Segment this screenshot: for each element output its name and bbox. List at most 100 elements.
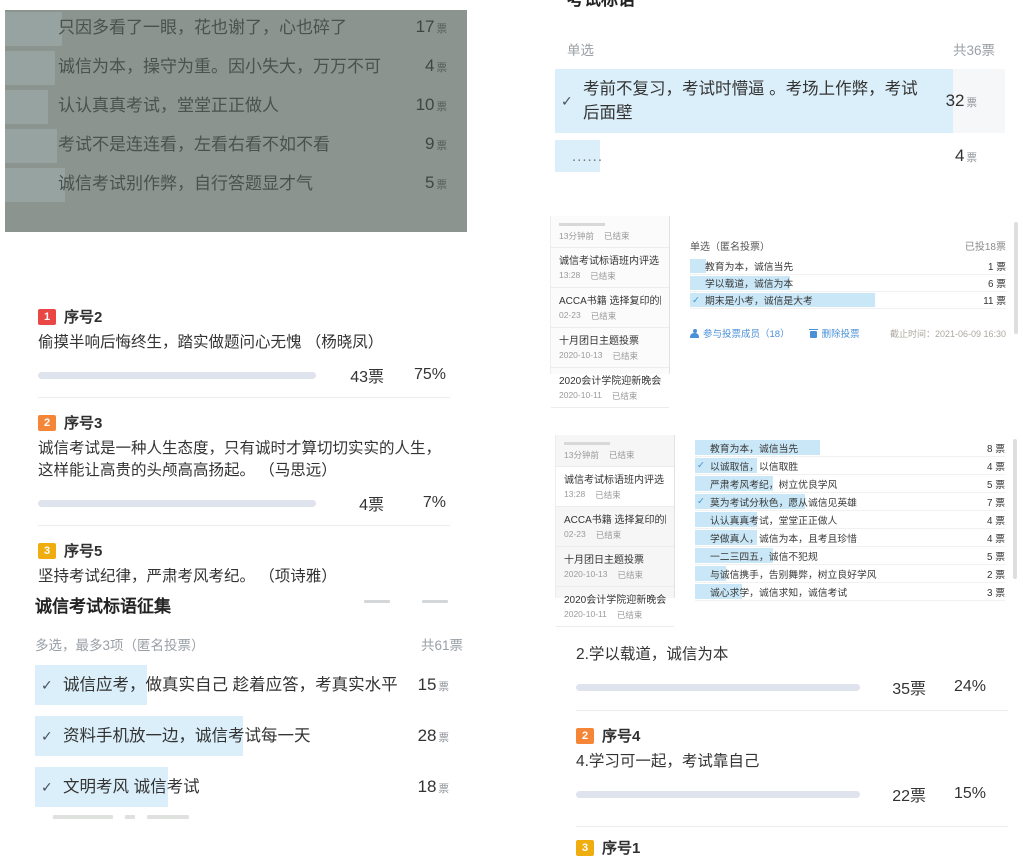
vote-count: 17 票: [416, 17, 447, 37]
item-title: 十月团日主题投票: [559, 336, 639, 347]
poll-option-row[interactable]: ✓ 诚信应考，做真实自己 趁着应答，考真实水平 15 票: [35, 665, 463, 705]
vote-number: 32: [945, 91, 965, 110]
vote-unit: 票: [966, 152, 978, 164]
vote-count: 5票: [425, 173, 447, 193]
poll-option-row[interactable]: ✓ 期末是小考，诚信是大考 11 票: [690, 292, 1006, 309]
vote-percent: 75%: [413, 366, 446, 383]
poll-option-row[interactable]: ✓ 资料手机放一边，诚信考试每一天 28 票: [35, 716, 463, 756]
person-icon: [690, 328, 699, 338]
item-time: 02-23: [559, 310, 581, 320]
vote-count: 3 票: [987, 587, 1005, 599]
poll-option-row[interactable]: 诚信为本，操守为重。因小失大，万万不可 4票: [5, 51, 467, 85]
result-text: 诚信考试是一种人生态度，只有诚时才算切切实实的人生，这样能让高贵的头颅高高扬起。…: [38, 440, 442, 479]
item-time: 2020-10-13: [564, 569, 608, 579]
poll-option-row[interactable]: 考试不是连连看，左看右看不如不看 9票: [5, 129, 467, 163]
sidebar-item[interactable]: 十月团日主题投票 2020-10-13 已结束: [551, 328, 669, 368]
rank-label: 序号4: [602, 728, 641, 745]
poll-option-row[interactable]: 学以载道，诚信为本 6 票: [690, 275, 1006, 292]
vote-count: 4 票: [987, 461, 1005, 473]
sidebar-item[interactable]: 2020会计学院迎新晚会… 2020-10-11 已结束: [556, 587, 674, 627]
poll-option-text: 诚心求学，诚信求知，诚信考试: [710, 587, 848, 599]
vote-count: 5 票: [987, 479, 1005, 491]
poll-option-row[interactable]: 认认真真考试，堂堂正正做人 10 票: [5, 90, 467, 124]
poll-option-text: 学做真人，诚信为本，且考且珍惜: [710, 533, 857, 545]
item-status: 已结束: [616, 610, 643, 620]
exam-slogan-poll-section: 考试标语 单选 共36票 ✓ 考前不复习，考试时懵逼 。考场上作弊，考试后面壁 …: [555, 0, 1005, 172]
item-time: 02-23: [564, 529, 586, 539]
poll-option-row[interactable]: 诚信考试别作弊，自行答题显才气 5票: [5, 168, 467, 202]
poll-option-text: 教育为本，诚信当先: [710, 443, 799, 455]
rank-badge: 2: [38, 414, 56, 431]
vote-highlight-bar: [5, 168, 65, 202]
vote-count: 18 票: [418, 777, 449, 797]
vote-list-sidebar: 13分钟前 已结束 诚信考试标语班内评选 13:28 已结束 ACCA书籍 选择复印…: [550, 216, 670, 408]
vote-unit: 票: [436, 62, 448, 74]
progress-track: [576, 683, 860, 691]
members-link[interactable]: 参与投票成员（18）: [690, 326, 790, 340]
item-title: 2020会计学院迎新晚会…: [564, 595, 666, 606]
poll-option-text: 诚信为本，操守为重。因小失大，万万不可: [58, 57, 381, 76]
cutoff-text-fragment: [564, 442, 610, 445]
vote-unit: 票: [436, 179, 448, 191]
sidebar-item[interactable]: 13分钟前 已结束: [551, 218, 669, 248]
poll-option-text: 期末是小考，诚信是大考: [705, 296, 813, 307]
sidebar-item[interactable]: 2020会计学院迎新晚会… 2020-10-11 已结束: [551, 368, 669, 408]
slogan-collect-section: 诚信考试标语征集 多选，最多3项（匿名投票） 共61票 ✓ 诚信应考，做真实自己…: [35, 586, 463, 819]
deadline-text: 截止时间：2021-06-09 16:30: [889, 328, 1006, 339]
vote-count: 43票: [350, 369, 384, 386]
poll-option-row[interactable]: 教育为本，诚信当先 8 票: [695, 439, 1005, 457]
progress-track: [576, 790, 860, 798]
poll-option-row[interactable]: 严肃考风考纪，树立优良学风 5 票: [695, 475, 1005, 493]
voted-count: 已投18票: [964, 242, 1006, 253]
poll-option-row[interactable]: 与诚信携手，告别舞弊，树立良好学风 2 票: [695, 565, 1005, 583]
item-status: 已结束: [595, 530, 622, 540]
result-text: 偷摸半响后悔终生，踏实做题问心无愧 （杨晓凤）: [38, 334, 384, 351]
check-icon: ✓: [41, 727, 53, 744]
poll-type-label: 多选，最多3项（匿名投票）: [35, 638, 205, 653]
rank-label: 序号2: [64, 309, 103, 326]
ranked-results-section-2: 2.学以载道，诚信为本 35票 24% 2 序号4 4.学习可一起，考试靠自己 …: [576, 628, 1008, 857]
sidebar-item[interactable]: 诚信考试标语班内评选 13:28 已结束: [551, 248, 669, 288]
poll-option-text: 莫为考试分秋色，愿从诚信见英雄: [710, 497, 857, 509]
rank-badge: 3: [576, 839, 594, 856]
poll-option-row[interactable]: ✓ 考前不复习，考试时懵逼 。考场上作弊，考试后面壁 32 票: [555, 69, 1005, 133]
vote-unit: 票: [438, 681, 450, 693]
poll-option-row[interactable]: 诚心求学，诚信求知，诚信考试 3 票: [695, 583, 1005, 601]
poll-option-row[interactable]: ...... 4票: [555, 140, 1005, 172]
item-time: 13:28: [559, 270, 581, 280]
sidebar-item[interactable]: ACCA书籍 选择复印的同… 02-23 已结束: [551, 288, 669, 328]
trash-icon: [808, 328, 818, 338]
result-text: 坚持考试纪律，严肃考风考纪。 （项诗雅）: [38, 568, 337, 585]
sidebar-item[interactable]: 13分钟前 已结束: [556, 437, 674, 467]
poll-option-text: 一二三四五，诚信不犯规: [710, 551, 818, 563]
poll-option-text: 诚信应考，做真实自己 趁着应答，考真实水平: [63, 676, 398, 694]
item-time: 13:28: [564, 489, 586, 499]
total-votes: 共36票: [952, 43, 995, 58]
vote-number: 17: [415, 17, 435, 36]
poll-option-row[interactable]: 学做真人，诚信为本，且考且珍惜 4 票: [695, 529, 1005, 547]
vote-highlight-bar: [5, 12, 62, 46]
delete-vote-link[interactable]: 删除投票: [808, 326, 860, 340]
vote-unit: 票: [436, 140, 448, 152]
poll-option-row[interactable]: 认认真真考试，堂堂正正做人 4 票: [695, 511, 1005, 529]
poll-option-row[interactable]: 只因多看了一眼，花也谢了，心也碎了 17 票: [5, 12, 467, 46]
scrollbar[interactable]: [1013, 439, 1017, 579]
poll-option-text: 只因多看了一眼，花也谢了，心也碎了: [58, 18, 347, 37]
vote-number: 5: [425, 173, 435, 192]
poll-option-row[interactable]: 教育为本，诚信当先 1 票: [690, 258, 1006, 275]
poll-option-row[interactable]: ✓ 莫为考试分秋色，愿从诚信见英雄 7 票: [695, 493, 1005, 511]
sidebar-item[interactable]: 十月团日主题投票 2020-10-13 已结束: [556, 547, 674, 587]
check-icon: ✓: [692, 294, 700, 306]
sidebar-item-selected[interactable]: 诚信考试标语班内评选× 13:28已结束: [556, 467, 674, 507]
vote-highlight-bar: [5, 51, 55, 85]
item-title: ACCA书籍 选择复印的同…: [559, 296, 661, 307]
result-item: 2 序号4 4.学习可一起，考试靠自己 22票 15%: [576, 711, 1008, 816]
sidebar-item[interactable]: ACCA书籍 选择复印的同… 02-23 已结束: [556, 507, 674, 547]
poll-option-text: 以诚取信，以信取胜: [710, 461, 799, 473]
vote-count: 32 票: [946, 91, 977, 111]
poll-option-row[interactable]: ✓ 以诚取信，以信取胜 4 票: [695, 457, 1005, 475]
scrollbar[interactable]: [1014, 222, 1018, 334]
poll-option-row[interactable]: 一二三四五，诚信不犯规 5 票: [695, 547, 1005, 565]
poll-option-row[interactable]: ✓ 文明考风 诚信考试 18 票: [35, 767, 463, 807]
result-item: 2 序号3 诚信考试是一种人生态度，只有诚时才算切切实实的人生，这样能让高贵的头…: [38, 398, 450, 526]
